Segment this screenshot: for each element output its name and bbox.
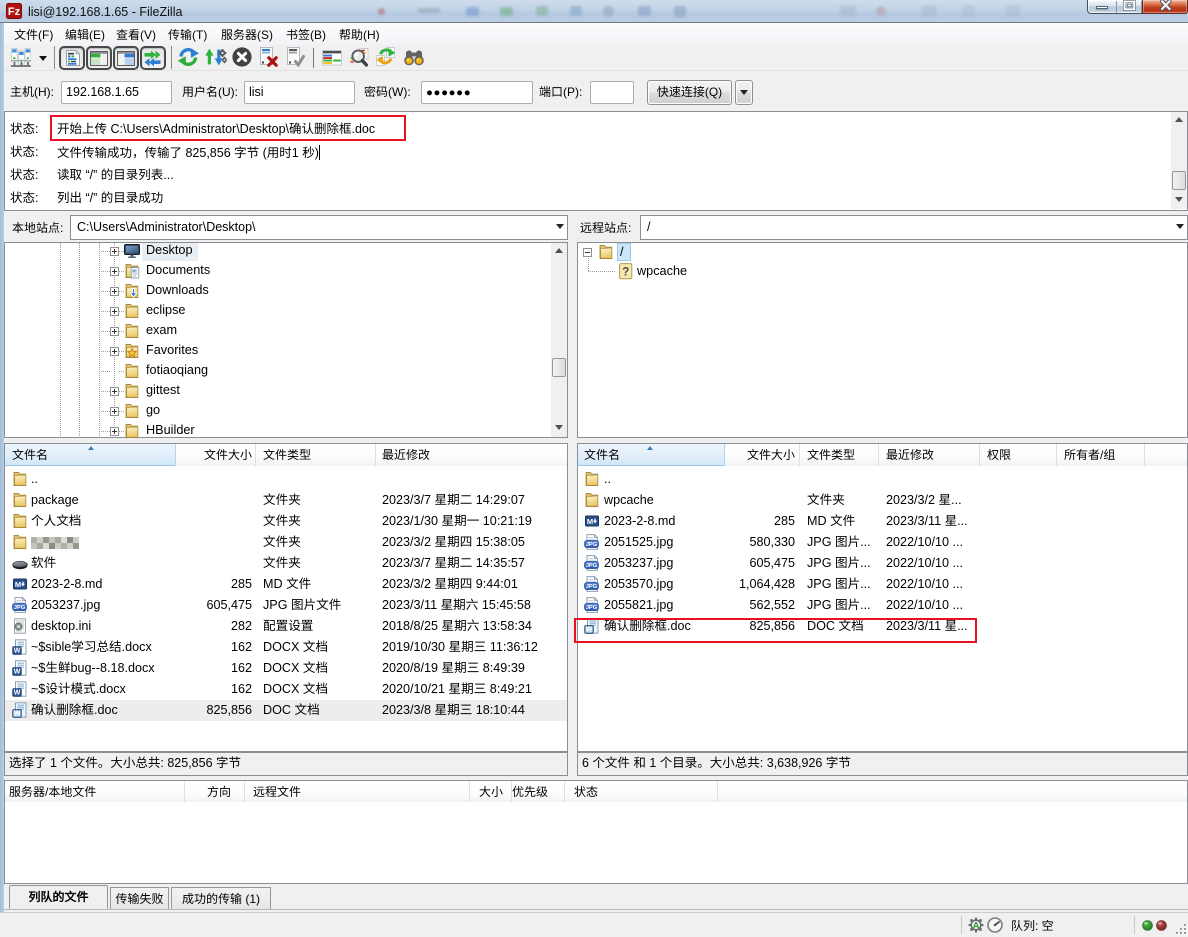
svg-text:?: ? [622, 267, 629, 279]
svg-text:W: W [14, 648, 21, 655]
svg-text:W: W [14, 669, 21, 676]
svg-text:M: M [15, 580, 21, 589]
svg-text:W: W [14, 711, 21, 718]
svg-text:W: W [14, 690, 21, 697]
svg-text:Fz: Fz [8, 6, 21, 18]
svg-text:JPG: JPG [14, 605, 26, 611]
svg-text:A: A [973, 920, 980, 931]
